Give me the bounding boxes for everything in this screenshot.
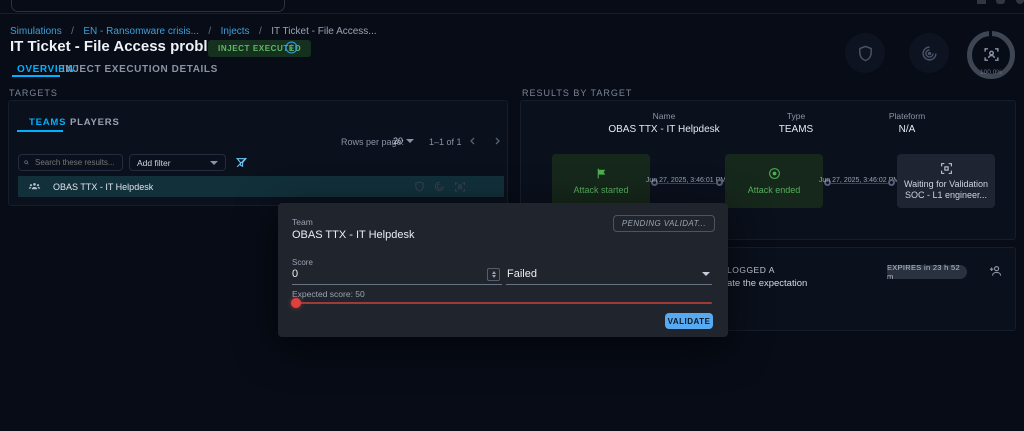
slider-thumb[interactable] [291, 298, 301, 308]
info-icon[interactable] [285, 41, 298, 59]
global-search-input[interactable] [11, 0, 285, 12]
timeline-timestamp: Jun 27, 2025, 3:46:01 PM [646, 177, 726, 184]
shield-icon [857, 45, 874, 62]
person-add-icon[interactable] [989, 264, 1003, 283]
flag-icon [595, 167, 608, 180]
timeline-step-attack-ended: Attack ended [725, 154, 823, 208]
breadcrumb-current: IT Ticket - File Access... [271, 26, 376, 37]
targets-panel: TEAMS PLAYERS Rows per page: 20 1–1 of 1… [8, 100, 508, 206]
targets-tab-players[interactable]: PLAYERS [70, 117, 120, 128]
timeline-step-waiting-validation: Waiting for Validation SOC - L1 engineer… [897, 154, 995, 208]
expires-badge: EXPIRES in 23 h 52 m [887, 265, 967, 279]
targets-section-title: TARGETS [9, 88, 58, 98]
validation-dialog: Team OBAS TTX - IT Helpdesk PENDING VALI… [278, 203, 728, 337]
add-filter-label: Add filter [137, 158, 171, 168]
col-type-value: TEAMS [756, 124, 836, 135]
rows-per-page-select[interactable]: 20 [393, 136, 403, 146]
chevron-right-icon[interactable] [491, 134, 503, 152]
topbar-icon[interactable] [1016, 0, 1024, 4]
col-name-value: OBAS TTX - IT Helpdesk [604, 124, 724, 135]
targets-tab-teams[interactable]: TEAMS [29, 117, 66, 128]
expectation-text: ate the expectation [727, 278, 807, 289]
timeline-step-attack-started: Attack started [552, 154, 650, 208]
donut-label: 100.0% [967, 69, 1015, 76]
groups-icon [28, 180, 41, 193]
breadcrumb: Simulations / EN - Ransomware crisis... … [10, 21, 377, 39]
score-input[interactable] [292, 268, 452, 280]
score-label: Score [292, 258, 313, 267]
number-spinner-icon[interactable] [487, 268, 500, 281]
search-icon [24, 158, 29, 167]
app-root: Simulations / EN - Ransomware crisis... … [0, 0, 1024, 431]
tab-inject-execution-details[interactable]: INJECT EXECUTION DETAILS [62, 64, 218, 75]
caret-down-icon[interactable] [702, 272, 710, 276]
targets-search-field[interactable] [18, 154, 123, 171]
caret-down-icon[interactable] [406, 139, 414, 143]
targets-search-input[interactable] [33, 157, 117, 168]
breadcrumb-link-simulations[interactable]: Simulations [10, 26, 62, 37]
breadcrumb-link-injects[interactable]: Injects [221, 26, 250, 37]
results-section-title: RESULTS BY TARGET [522, 88, 632, 98]
swirl-icon [434, 181, 445, 192]
swirl-icon [921, 45, 938, 62]
validation-frame-icon [940, 162, 953, 175]
shield-icon [414, 181, 425, 192]
team-label: Team [292, 217, 313, 227]
player-target-icon [983, 46, 1000, 68]
col-platform-value: N/A [867, 124, 947, 135]
team-row[interactable]: OBAS TTX - IT Helpdesk [18, 176, 504, 197]
team-row-name: OBAS TTX - IT Helpdesk [53, 182, 153, 192]
expectation-heading: LOGGED A [727, 265, 775, 275]
pending-validation-badge: PENDING VALIDAT... [613, 215, 715, 232]
col-type-label: Type [756, 111, 836, 121]
validate-button[interactable]: VALIDATE [665, 313, 713, 329]
score-slider[interactable] [292, 298, 712, 308]
player-target-icon [454, 181, 466, 193]
clear-filters-icon[interactable] [235, 156, 248, 174]
topbar-icon[interactable] [996, 0, 1005, 4]
team-value: OBAS TTX - IT Helpdesk [292, 229, 414, 241]
caret-down-icon [210, 161, 218, 165]
col-name-label: Name [604, 111, 724, 121]
add-filter-select[interactable]: Add filter [129, 154, 226, 171]
pagination-range: 1–1 of 1 [429, 137, 462, 147]
result-select[interactable]: Failed [507, 268, 537, 280]
chevron-left-icon[interactable] [467, 134, 479, 152]
breadcrumb-link-simulation[interactable]: EN - Ransomware crisis... [83, 26, 199, 37]
col-platform-label: Plateform [867, 111, 947, 121]
shield-button[interactable] [845, 33, 885, 73]
atomic-testing-button[interactable] [909, 33, 949, 73]
target-circle-icon [768, 167, 781, 180]
topbar-icon[interactable] [977, 0, 986, 4]
